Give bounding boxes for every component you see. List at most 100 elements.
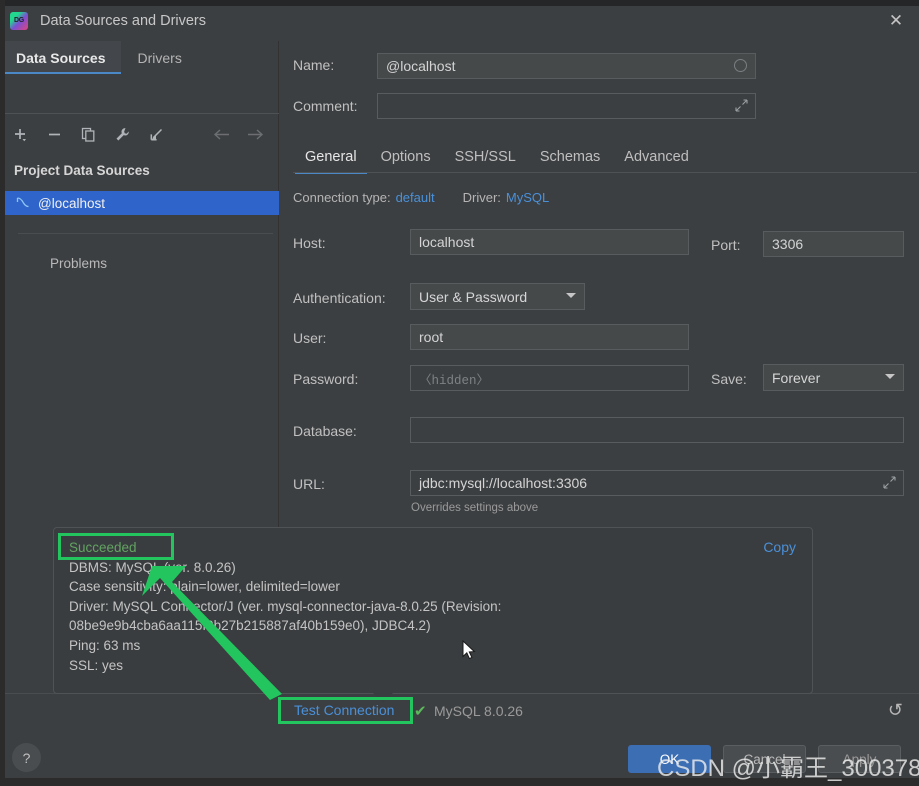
name-row: Name: xyxy=(293,57,377,73)
sidebar-toolbar xyxy=(0,117,279,151)
port-input[interactable]: 3306 xyxy=(763,231,904,257)
host-input-value: localhost xyxy=(419,234,474,250)
expand-editor-icon[interactable] xyxy=(883,476,896,489)
window-left-edge xyxy=(0,0,5,786)
tab-options[interactable]: Options xyxy=(369,142,443,172)
result-line-dbms: DBMS: MySQL (ver. 8.0.26) xyxy=(69,558,709,578)
database-row: Database: xyxy=(293,423,357,439)
password-label: Password: xyxy=(293,371,358,387)
driver-status-text: MySQL 8.0.26 xyxy=(434,703,523,719)
close-icon[interactable]: ✕ xyxy=(873,0,919,41)
tab-schemas[interactable]: Schemas xyxy=(528,142,612,172)
driver-value[interactable]: MySQL xyxy=(506,190,549,205)
sidebar-item-problems[interactable]: Problems xyxy=(50,256,107,271)
duplicate-icon[interactable] xyxy=(78,124,98,144)
database-input[interactable] xyxy=(410,417,904,443)
sidebar-item-localhost[interactable]: @localhost xyxy=(0,191,279,215)
url-hint: Overrides settings above xyxy=(411,502,538,514)
comment-row: Comment: xyxy=(293,98,377,114)
chevron-down-icon xyxy=(566,293,576,298)
name-input[interactable]: @localhost xyxy=(377,53,756,79)
title-bar: Data Sources and Drivers ✕ xyxy=(0,0,919,41)
port-row: Port: xyxy=(711,237,741,253)
sidebar-tabs-divider xyxy=(0,113,279,114)
revert-icon[interactable]: ↺ xyxy=(888,700,903,721)
port-input-value: 3306 xyxy=(772,236,803,252)
ok-button[interactable]: OK xyxy=(628,745,711,773)
password-row: Password: xyxy=(293,371,358,387)
cancel-button[interactable]: Cancel xyxy=(723,745,806,773)
test-connection-button[interactable]: Test Connection xyxy=(294,702,394,718)
tab-data-sources[interactable]: Data Sources xyxy=(0,41,121,74)
navigate-forward-icon[interactable] xyxy=(245,124,265,144)
help-button[interactable]: ? xyxy=(12,743,41,772)
result-line-ssl: SSL: yes xyxy=(69,656,709,676)
project-data-sources-heading: Project Data Sources xyxy=(14,163,150,178)
name-label: Name: xyxy=(293,57,377,73)
detail-tabs-divider xyxy=(293,172,917,173)
save-label: Save: xyxy=(711,371,747,387)
apply-button[interactable]: Apply xyxy=(818,745,901,773)
tab-general[interactable]: General xyxy=(293,142,369,172)
host-input[interactable]: localhost xyxy=(410,229,689,255)
authentication-value: User & Password xyxy=(419,289,527,305)
save-value: Forever xyxy=(772,370,820,386)
save-select[interactable]: Forever xyxy=(763,364,904,391)
tab-ssh-ssl[interactable]: SSH/SSL xyxy=(443,142,528,172)
sidebar-tabs: Data Sources Drivers xyxy=(0,41,278,74)
sidebar-divider xyxy=(18,233,273,234)
connection-success-check-icon: ✔ xyxy=(414,702,427,720)
result-line-driver: Driver: MySQL Connector/J (ver. mysql-co… xyxy=(69,597,709,617)
user-label: User: xyxy=(293,330,326,346)
result-line-case-sensitivity: Case sensitivity: plain=lower, delimited… xyxy=(69,577,709,597)
copy-button[interactable]: Copy xyxy=(763,539,796,555)
user-input-value: root xyxy=(419,329,443,345)
connection-type-value[interactable]: default xyxy=(396,190,435,205)
window-top-edge xyxy=(0,0,919,6)
name-input-value: @localhost xyxy=(386,58,455,74)
color-indicator-circle-icon[interactable] xyxy=(734,59,747,72)
authentication-row: Authentication: xyxy=(293,290,386,306)
tab-drivers[interactable]: Drivers xyxy=(121,41,197,74)
save-row: Save: xyxy=(711,371,747,387)
datagrip-logo-icon xyxy=(10,12,28,30)
url-input-value: jdbc:mysql://localhost:3306 xyxy=(419,475,587,491)
properties-wrench-icon[interactable] xyxy=(112,124,132,144)
import-icon[interactable] xyxy=(146,124,166,144)
mysql-datasource-icon xyxy=(16,195,32,212)
authentication-select[interactable]: User & Password xyxy=(410,283,585,310)
connection-type-label: Connection type: xyxy=(293,190,391,205)
result-line-ping: Ping: 63 ms xyxy=(69,636,709,656)
status-succeeded: Succeeded xyxy=(69,538,709,558)
add-icon[interactable] xyxy=(10,124,30,144)
authentication-label: Authentication: xyxy=(293,290,386,306)
user-row: User: xyxy=(293,330,326,346)
comment-label: Comment: xyxy=(293,98,377,114)
password-input[interactable]: 〈hidden〉 xyxy=(410,365,689,391)
url-row: URL: xyxy=(293,476,325,492)
host-row: Host: xyxy=(293,235,326,251)
detail-tabs: General Options SSH/SSL Schemas Advanced xyxy=(293,142,908,172)
url-input[interactable]: jdbc:mysql://localhost:3306 xyxy=(410,470,904,496)
database-label: Database: xyxy=(293,423,357,439)
host-label: Host: xyxy=(293,235,326,251)
driver-label: Driver: xyxy=(463,190,501,205)
user-input[interactable]: root xyxy=(410,324,689,350)
popup-pointer-notch xyxy=(372,692,394,703)
comment-input[interactable] xyxy=(377,93,756,119)
window-title: Data Sources and Drivers xyxy=(40,13,206,29)
expand-editor-icon[interactable] xyxy=(735,99,748,112)
connection-info-row: Connection type: default Driver: MySQL xyxy=(293,190,549,205)
tab-advanced[interactable]: Advanced xyxy=(612,142,701,172)
result-line-revision: 08be9e9b4cba6aa115f9b27b215887af40b159e0… xyxy=(69,616,709,636)
connection-result-popup: Copy Succeeded DBMS: MySQL (ver. 8.0.26)… xyxy=(53,527,813,694)
port-label: Port: xyxy=(711,237,741,253)
data-sources-dialog: Data Sources and Drivers ✕ Data Sources … xyxy=(0,0,919,786)
window-bottom-edge xyxy=(0,778,919,786)
connection-result-text: Succeeded DBMS: MySQL (ver. 8.0.26) Case… xyxy=(69,538,709,675)
sidebar-item-label: @localhost xyxy=(38,196,105,211)
navigate-back-icon[interactable] xyxy=(211,124,231,144)
password-placeholder: 〈hidden〉 xyxy=(419,369,489,388)
chevron-down-icon xyxy=(885,374,895,379)
remove-icon[interactable] xyxy=(44,124,64,144)
